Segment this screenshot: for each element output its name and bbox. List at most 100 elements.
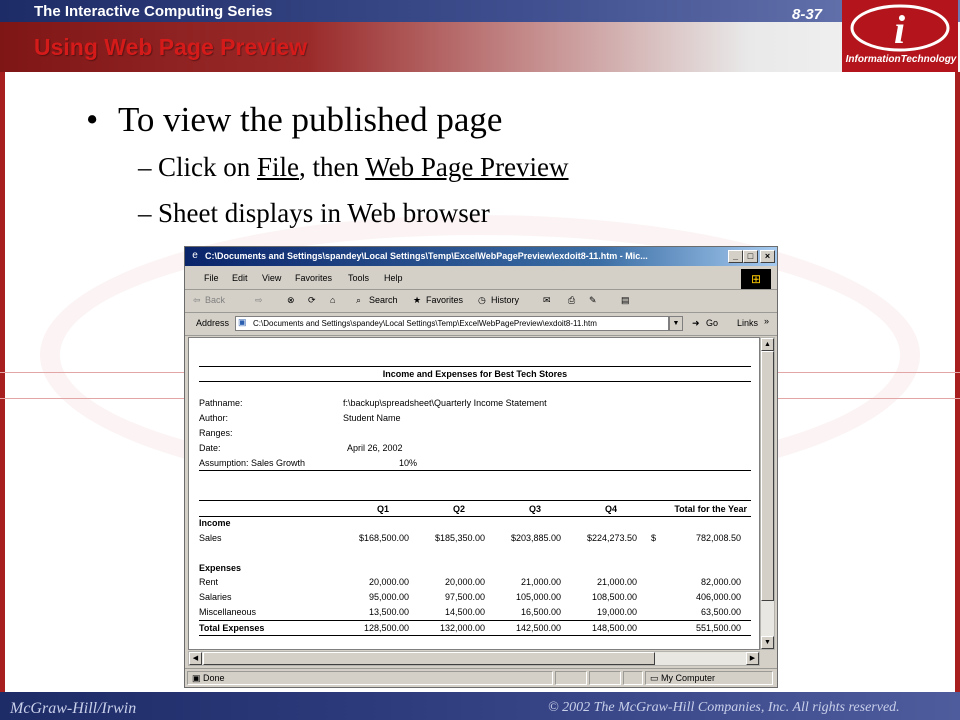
menu-edit[interactable]: Edit [232, 273, 248, 283]
history-icon[interactable]: ◷ [478, 295, 486, 306]
computer-icon: ▭ [650, 673, 662, 683]
forward-icon[interactable]: ⇨ [255, 295, 263, 306]
table-cell: 20,000.00 [444, 577, 485, 587]
print-icon[interactable]: ⎙ [568, 295, 575, 306]
publisher: McGraw-Hill/Irwin [10, 700, 137, 717]
file-menu-ref: File [257, 152, 300, 182]
col-total: Total for the Year [674, 504, 747, 514]
left-border [0, 72, 5, 692]
sheet-rule [199, 500, 751, 501]
sales-q4: $224,273.50 [586, 533, 637, 543]
links-button[interactable]: Links [737, 318, 758, 328]
menu-tools[interactable]: Tools [348, 273, 369, 283]
menu-help[interactable]: Help [384, 273, 403, 283]
col-q4: Q4 [604, 504, 617, 514]
sub-bullet-dash: – [138, 152, 152, 182]
ie-icon: e [192, 250, 198, 261]
page-number: 8-37 [792, 6, 823, 23]
sub-bullet-2: Sheet displays in Web browser [158, 198, 490, 228]
status-cell [555, 671, 587, 685]
info-label-pathname: Pathname: [199, 398, 243, 408]
sub-bullet-dash: – [138, 198, 152, 228]
home-icon[interactable]: ⌂ [330, 295, 335, 305]
sheet-rule [199, 366, 751, 367]
menu-view[interactable]: View [262, 273, 281, 283]
browser-window: e C:\Documents and Settings\spandey\Loca… [184, 246, 778, 688]
menu-file[interactable]: File [204, 273, 219, 283]
sub-bullet-text: Click on [158, 152, 257, 182]
sheet-rule [199, 470, 751, 471]
col-q3: Q3 [528, 504, 541, 514]
sales-q3: $203,885.00 [510, 533, 561, 543]
sub-bullet-text: , then [299, 152, 366, 182]
row-label: Sales [199, 533, 222, 543]
back-icon[interactable]: ⇦ [193, 295, 201, 306]
status-text: Done [203, 673, 225, 683]
refresh-icon[interactable]: ⟳ [308, 295, 316, 306]
table-cell: 97,500.00 [444, 592, 485, 602]
vertical-scroll-thumb[interactable] [761, 351, 774, 601]
sales-total: 782,008.50 [695, 533, 741, 543]
search-button[interactable]: Search [369, 295, 398, 305]
info-value-pathname: f:\backup\spreadsheet\Quarterly Income S… [343, 398, 547, 408]
page-icon: ▣ [238, 317, 247, 327]
zone-cell: ▭ My Computer [645, 671, 773, 685]
series-name: The Interactive Computing Series [34, 3, 273, 20]
horizontal-scroll-thumb[interactable] [203, 652, 655, 665]
stop-icon[interactable]: ⊗ [287, 295, 295, 306]
favorites-icon[interactable]: ★ [413, 295, 421, 306]
table-cell: 13,500.00 [368, 607, 409, 617]
sheet-rule [199, 635, 751, 636]
go-icon[interactable]: ➜ [692, 318, 700, 329]
menu-bar: File Edit View Favorites Tools Help [185, 267, 777, 290]
table-cell: 105,000.00 [515, 592, 561, 602]
sheet-title: Income and Expenses for Best Tech Stores [382, 369, 568, 379]
minimize-button[interactable]: _ [728, 250, 743, 263]
close-button[interactable]: × [760, 250, 775, 263]
address-label: Address [196, 318, 230, 328]
go-button[interactable]: Go [706, 318, 718, 328]
slide-title: Using Web Page Preview [34, 34, 308, 60]
table-cell: 148,500.00 [591, 623, 637, 633]
table-cell: 63,500.00 [700, 607, 741, 617]
status-bar: ▣ Done ▭ My Computer [185, 668, 777, 688]
scroll-left-button[interactable]: ◀ [189, 652, 202, 665]
page-content [188, 337, 760, 650]
info-value-assumption: 10% [398, 458, 417, 468]
address-dropdown-button[interactable]: ▼ [669, 316, 683, 331]
scroll-right-button[interactable]: ▶ [746, 652, 759, 665]
favorites-button[interactable]: Favorites [426, 295, 463, 305]
address-input[interactable]: C:\Documents and Settings\spandey\Local … [235, 316, 669, 331]
table-cell: 95,000.00 [368, 592, 409, 602]
row-label: Rent [199, 577, 219, 587]
search-icon[interactable]: ⌕ [356, 295, 361, 306]
table-cell: 14,500.00 [444, 607, 485, 617]
discuss-icon[interactable]: ▤ [621, 295, 630, 306]
edit-icon[interactable]: ✎ [589, 295, 597, 306]
mail-icon[interactable]: ✉ [543, 295, 551, 306]
sales-q2: $185,350.00 [434, 533, 485, 543]
history-button[interactable]: History [491, 295, 519, 305]
table-cell: 132,000.00 [439, 623, 485, 633]
table-cell: 551,500.00 [695, 623, 741, 633]
status-text-cell: ▣ Done [187, 671, 553, 685]
scroll-down-button[interactable]: ▼ [761, 636, 774, 649]
copyright: © 2002 The McGraw-Hill Companies, Inc. A… [548, 700, 900, 715]
table-cell: 20,000.00 [368, 577, 409, 587]
address-bar: Address C:\Documents and Settings\spande… [185, 313, 777, 336]
sheet-rule [199, 620, 751, 621]
scroll-up-button[interactable]: ▲ [761, 338, 774, 351]
row-label: Total Expenses [199, 623, 265, 633]
col-q2: Q2 [452, 504, 465, 514]
maximize-button[interactable]: □ [743, 250, 758, 263]
chevron-right-icon[interactable]: » [764, 316, 769, 326]
info-value-author: Student Name [343, 413, 401, 423]
menu-favorites[interactable]: Favorites [295, 273, 332, 283]
table-cell: 21,000.00 [520, 577, 561, 587]
sales-q1: $168,500.00 [358, 533, 409, 543]
back-button[interactable]: Back [205, 295, 225, 305]
right-border [955, 72, 960, 692]
table-cell: 406,000.00 [695, 592, 741, 602]
income-heading: Income [199, 518, 231, 528]
table-cell: 108,500.00 [591, 592, 637, 602]
